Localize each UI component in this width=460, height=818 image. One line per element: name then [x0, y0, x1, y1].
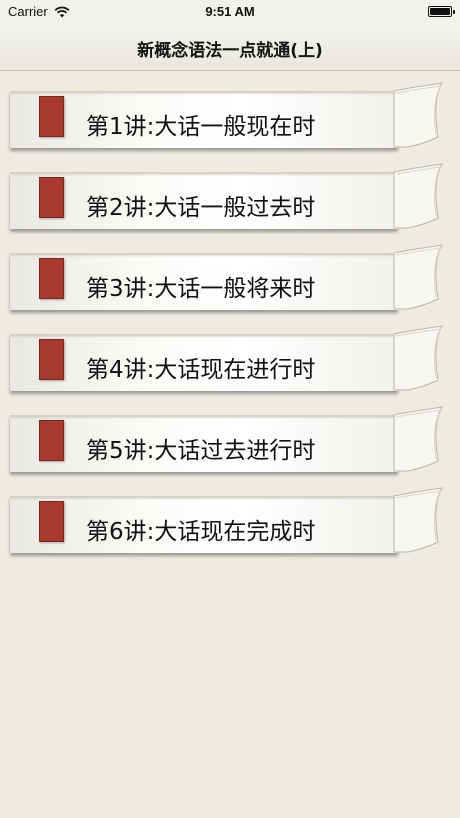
page-title: 新概念语法一点就通(上) — [137, 41, 323, 61]
lesson-title: 第1讲:大话一般现在时 — [86, 114, 316, 140]
page-curl-icon — [393, 325, 443, 391]
page-curl-icon — [393, 82, 443, 148]
lesson-item-5[interactable]: 第5讲:大话过去进行时 — [10, 405, 446, 475]
lesson-item-2[interactable]: 第2讲:大话一般过去时 — [10, 162, 446, 232]
battery-icon — [428, 6, 455, 17]
lesson-item-3[interactable]: 第3讲:大话一般将来时 — [10, 243, 446, 313]
lesson-item-4[interactable]: 第4讲:大话现在进行时 — [10, 324, 446, 394]
lesson-item-1[interactable]: 第1讲:大话一般现在时 — [10, 81, 446, 151]
lesson-title: 第4讲:大话现在进行时 — [86, 357, 316, 383]
bookmark-marker-icon — [39, 258, 64, 299]
bookmark-marker-icon — [39, 420, 64, 461]
status-time: 9:51 AM — [205, 4, 255, 19]
lesson-title: 第5讲:大话过去进行时 — [86, 438, 316, 464]
page-curl-icon — [393, 163, 443, 229]
bookmark-marker-icon — [39, 96, 64, 137]
bookmark-marker-icon — [39, 501, 64, 542]
bookmark-marker-icon — [39, 177, 64, 218]
navigation-bar: 新概念语法一点就通(上) — [0, 24, 460, 71]
page-curl-icon — [393, 244, 443, 310]
bookmark-marker-icon — [39, 339, 64, 380]
lesson-title: 第2讲:大话一般过去时 — [86, 195, 316, 221]
lesson-title: 第3讲:大话一般将来时 — [86, 276, 316, 302]
lesson-item-6[interactable]: 第6讲:大话现在完成时 — [10, 486, 446, 556]
status-bar: Carrier 9:51 AM — [0, 0, 460, 24]
page-curl-icon — [393, 487, 443, 553]
page-curl-icon — [393, 406, 443, 472]
lesson-title: 第6讲:大话现在完成时 — [86, 519, 316, 545]
